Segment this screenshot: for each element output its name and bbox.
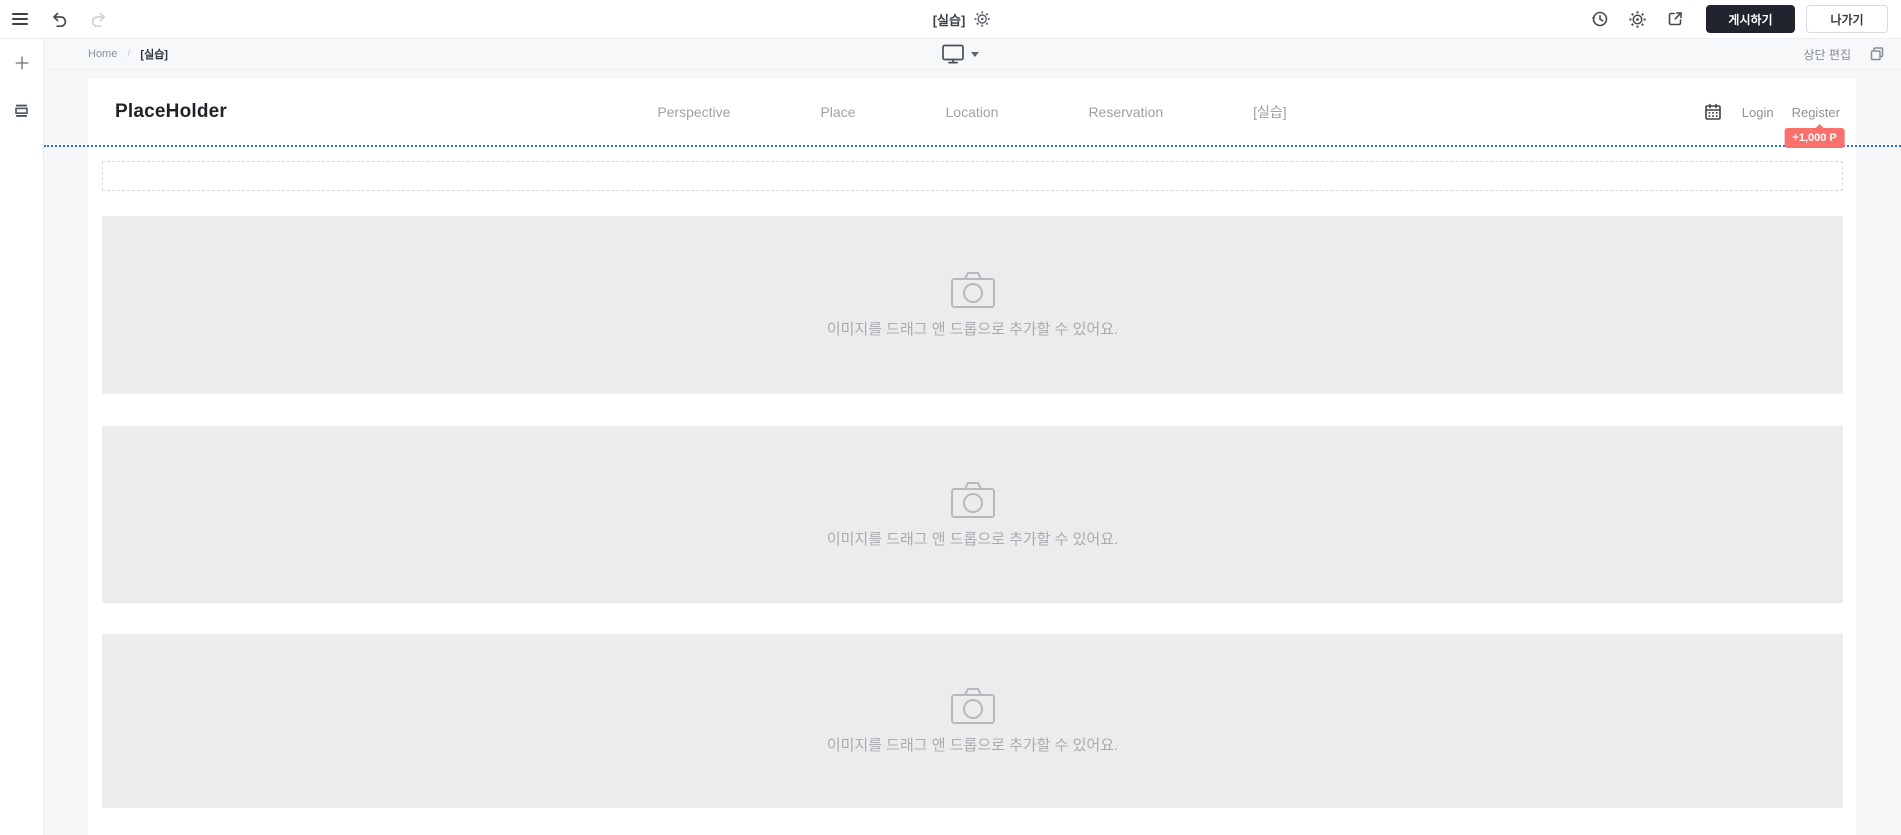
history-clock-icon [1591, 10, 1609, 28]
publish-button[interactable]: 게시하기 [1706, 5, 1795, 33]
external-link-icon [1666, 10, 1684, 28]
camera-icon [950, 271, 996, 309]
device-selector[interactable] [941, 39, 979, 69]
image-dropzone-section[interactable]: 이미지를 드래그 앤 드롭으로 추가할 수 있어요. [102, 634, 1843, 808]
site-header: PlaceHolder Perspective Place Location R… [88, 79, 1856, 148]
image-dropzone-section[interactable]: 이미지를 드래그 앤 드롭으로 추가할 수 있어요. [102, 426, 1843, 603]
add-section-button[interactable] [12, 53, 32, 73]
image-dropzone-hint: 이미지를 드래그 앤 드롭으로 추가할 수 있어요. [826, 737, 1119, 754]
desktop-monitor-icon [941, 44, 965, 64]
open-site-button[interactable] [1664, 8, 1686, 30]
edit-header-label[interactable]: 상단 편집 [1804, 46, 1852, 63]
breadcrumb-home[interactable]: Home [88, 48, 117, 60]
undo-icon [50, 10, 68, 28]
breadcrumb: Home / [실습] [88, 39, 168, 69]
site-nav: Perspective Place Location Reservation [… [657, 79, 1286, 145]
header-pages-button[interactable] [1866, 43, 1888, 65]
gear-icon [1629, 10, 1646, 28]
point-badge: +1,000 P [1784, 123, 1845, 148]
reservation-calendar-button[interactable] [1702, 101, 1724, 123]
exit-button[interactable]: 나가기 [1806, 5, 1888, 33]
nav-item-location[interactable]: Location [946, 104, 999, 120]
editor-topbar: [실습] 게시하기 나가기 [0, 0, 1901, 39]
image-dropzone-hint: 이미지를 드래그 앤 드롭으로 추가할 수 있어요. [826, 321, 1119, 338]
chevron-down-icon [970, 51, 979, 57]
toolbar-center-group: [실습] [933, 0, 993, 38]
nav-item-silseup[interactable]: [실습] [1253, 102, 1287, 122]
subbar-right-group: 상단 편집 [1804, 39, 1889, 69]
pages-icon [1868, 45, 1886, 63]
nav-item-place[interactable]: Place [820, 104, 855, 120]
toolbar-right-group: 게시하기 나가기 [1573, 0, 1888, 38]
undo-button[interactable] [48, 8, 70, 30]
image-dropzone-section[interactable]: 이미지를 드래그 앤 드롭으로 추가할 수 있어요. [102, 216, 1843, 394]
site-page: PlaceHolder Perspective Place Location R… [88, 79, 1856, 835]
editor-screen: [실습] 게시하기 나가기 Home / [실습] 상단 편집 PlaceHol… [0, 0, 1901, 835]
section-stack-icon [13, 102, 30, 119]
editor-sidebar [0, 39, 44, 835]
settings-button[interactable] [1627, 9, 1648, 30]
gear-icon [974, 11, 990, 27]
empty-widget-dropzone[interactable] [102, 161, 1843, 191]
history-button[interactable] [1589, 8, 1611, 30]
camera-icon [950, 481, 996, 519]
site-logo[interactable]: PlaceHolder [115, 79, 227, 145]
register-link[interactable]: Register [1792, 105, 1840, 120]
breadcrumb-current[interactable]: [실습] [140, 46, 168, 62]
editor-canvas: PlaceHolder Perspective Place Location R… [44, 70, 1901, 835]
nav-item-reservation[interactable]: Reservation [1088, 104, 1163, 120]
redo-button[interactable] [88, 8, 110, 30]
login-link[interactable]: Login [1742, 105, 1774, 120]
section-divider-line[interactable] [44, 145, 1901, 147]
nav-item-perspective[interactable]: Perspective [657, 104, 730, 120]
menu-button[interactable] [10, 11, 30, 27]
image-dropzone-hint: 이미지를 드래그 앤 드롭으로 추가할 수 있어요. [826, 530, 1119, 548]
site-auth-group: Login Register +1,000 P [1702, 79, 1845, 148]
hamburger-icon [12, 13, 28, 25]
register-wrap: Register +1,000 P [1784, 105, 1845, 148]
toolbar-left-group [10, 0, 110, 38]
editor-subbar: Home / [실습] 상단 편집 [44, 39, 1901, 70]
calendar-icon [1704, 103, 1722, 121]
plus-icon [14, 55, 30, 71]
page-title: [실습] [932, 12, 966, 28]
page-settings-button[interactable] [972, 9, 992, 29]
camera-icon [950, 687, 996, 725]
breadcrumb-separator: / [127, 48, 131, 60]
redo-icon [90, 10, 108, 28]
sections-panel-button[interactable] [11, 100, 32, 121]
